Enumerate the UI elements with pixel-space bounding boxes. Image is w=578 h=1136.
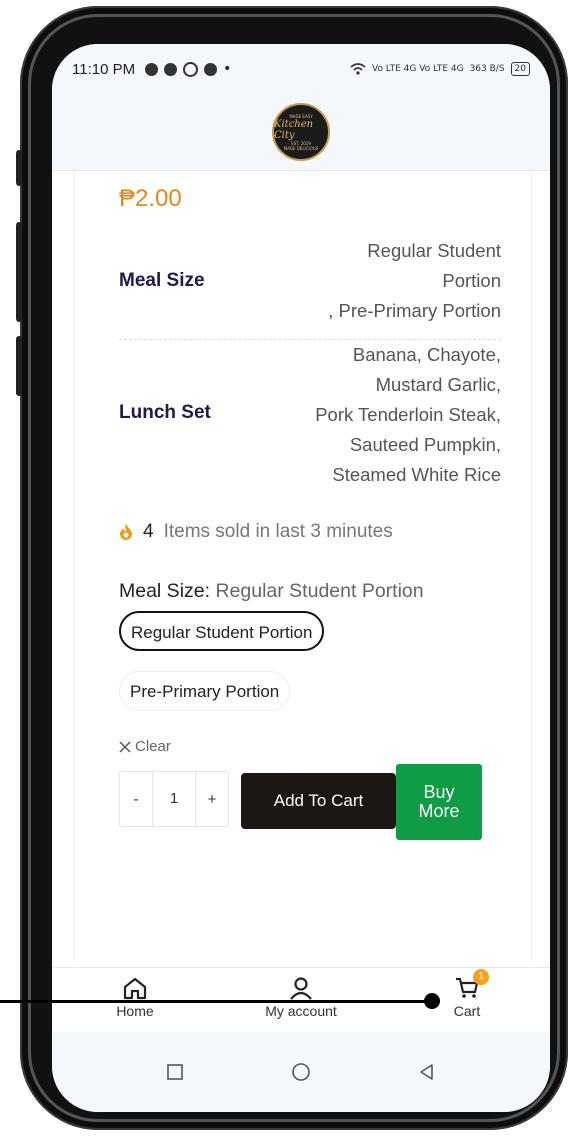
meal-size-selection: Meal Size: Regular Student Portion: [119, 580, 424, 603]
buy-more-line: Buy: [423, 782, 455, 802]
cart-count-badge: 1: [473, 969, 489, 985]
quantity-stepper: - 1 +: [119, 771, 229, 827]
annotation-pointer-dot: [424, 993, 440, 1009]
attribute-value-line: Portion: [442, 270, 501, 291]
meal-size-separator: :: [204, 580, 211, 602]
meal-size-selected-value: Regular Student Portion: [215, 580, 424, 602]
nav-cart[interactable]: 1 Cart: [407, 968, 527, 1019]
add-to-cart-button[interactable]: Add To Cart: [241, 773, 396, 829]
status-time: 11:10 PM: [72, 60, 136, 78]
network-label: Vo LTE 4G Vo LTE 4G: [372, 64, 464, 74]
quantity-increase-button[interactable]: +: [196, 791, 228, 808]
site-header: MADE EASY Kitchen City EST. 2019 MADE DE…: [52, 94, 550, 171]
attribute-label-lunch-set: Lunch Set: [119, 402, 211, 423]
system-navigation-bar: [52, 1032, 550, 1112]
phone-screen: 11:10 PM • Vo LTE 4G Vo LTE 4G 363 B/S 2…: [52, 44, 550, 1112]
attribute-value-line: Mustard Garlic,: [375, 374, 501, 395]
status-bar: 11:10 PM • Vo LTE 4G Vo LTE 4G 363 B/S 2…: [52, 44, 550, 94]
attribute-value-line: Sauteed Pumpkin,: [349, 434, 501, 455]
attribute-value-meal-size: Regular Student Portion , Pre-Primary Po…: [328, 236, 501, 326]
buy-more-line: More: [418, 801, 460, 821]
items-sold-count: 4: [143, 521, 154, 542]
nav-home[interactable]: Home: [75, 968, 195, 1019]
messenger-icon: [164, 62, 178, 76]
battery-icon: 20: [510, 62, 530, 76]
wifi-icon: [350, 63, 366, 75]
attribute-label-meal-size: Meal Size: [119, 270, 205, 291]
viber-icon: [183, 61, 199, 77]
annotation-pointer-line: [0, 1000, 432, 1003]
home-circle-icon[interactable]: [291, 1062, 311, 1082]
logo-bottom-text: MADE DELICIOUS: [283, 145, 319, 151]
attribute-value-lunch-set: Banana, Chayote, Mustard Garlic, Pork Te…: [315, 340, 501, 490]
back-icon[interactable]: [418, 1063, 436, 1081]
option-pre-primary-portion[interactable]: Pre-Primary Portion: [119, 671, 291, 711]
close-icon: [119, 740, 131, 753]
side-button: [16, 336, 22, 396]
attribute-value-line: Regular Student: [367, 240, 501, 261]
chat-icon: [204, 62, 218, 76]
attribute-value-line: Steamed White Rice: [332, 464, 501, 485]
more-dot-icon: •: [223, 61, 232, 77]
clear-selection-button[interactable]: Clear: [119, 738, 171, 755]
side-button: [16, 150, 22, 186]
status-right: Vo LTE 4G Vo LTE 4G 363 B/S 20: [350, 62, 530, 76]
items-sold-notice: 4 Items sold in last 3 minutes: [119, 521, 393, 543]
kitchen-city-logo[interactable]: MADE EASY Kitchen City EST. 2019 MADE DE…: [272, 103, 330, 161]
user-icon: [290, 977, 312, 1000]
nav-home-label: Home: [116, 1003, 154, 1019]
attribute-value-line: Banana, Chayote,: [352, 344, 501, 365]
meal-size-label: Meal Size: [119, 580, 205, 602]
nav-cart-label: Cart: [453, 1003, 481, 1019]
speed-label: 363 B/S: [469, 64, 505, 74]
notification-icons: •: [145, 61, 231, 77]
nav-my-account-label: My account: [265, 1003, 337, 1019]
attribute-value-line: Pork Tenderloin Steak,: [315, 404, 501, 425]
product-price: ₱2.00: [119, 185, 182, 212]
side-button: [16, 222, 22, 322]
items-sold-text: Items sold in last 3 minutes: [163, 521, 393, 542]
option-regular-student-portion[interactable]: Regular Student Portion: [119, 611, 325, 651]
logo-main-text: Kitchen City: [274, 118, 314, 141]
quantity-input[interactable]: 1: [152, 772, 196, 826]
attribute-value-line: , Pre-Primary Portion: [328, 300, 501, 321]
clear-label: Clear: [135, 738, 171, 755]
buy-more-button[interactable]: Buy More: [396, 764, 482, 840]
messenger-icon: [145, 62, 159, 76]
recent-apps-icon[interactable]: [166, 1063, 184, 1081]
quantity-decrease-button[interactable]: -: [120, 791, 152, 808]
product-details: ₱2.00 Meal Size Regular Student Portion …: [74, 171, 550, 1094]
home-icon: [123, 977, 147, 1000]
nav-my-account[interactable]: My account: [241, 968, 361, 1019]
flame-icon: [120, 524, 132, 540]
